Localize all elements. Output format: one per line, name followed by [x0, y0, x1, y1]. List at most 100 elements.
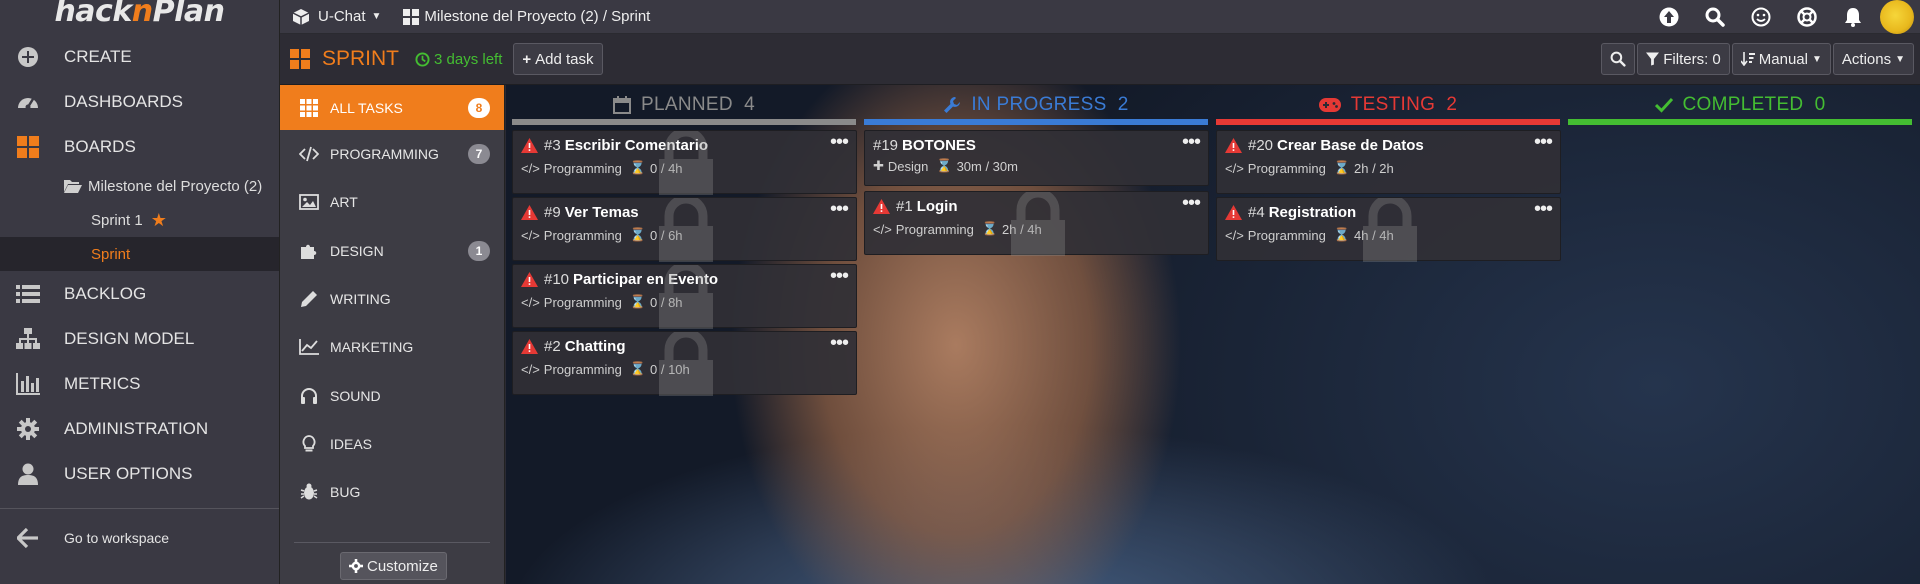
task-time: 0 / 10h [650, 361, 690, 377]
days-left-indicator: 3 days left [415, 51, 502, 68]
card-menu-icon[interactable]: ••• [830, 332, 849, 355]
task-time: 2h / 2h [1354, 160, 1394, 176]
add-task-button[interactable]: + Add task [513, 43, 603, 75]
bug-icon [298, 481, 320, 503]
task-card[interactable]: #4 Registration </> Programming ⌛ 4h / 4h ••… [1216, 197, 1561, 262]
card-menu-icon[interactable]: ••• [830, 198, 849, 221]
go-to-workspace-link[interactable]: Go to workspace [0, 515, 279, 560]
category-design-count: 1 [468, 240, 490, 261]
warning-icon [873, 199, 890, 214]
main-sidebar: hack n Plan CREATE DASHBOARDS BOARDS Miles… [0, 0, 280, 584]
task-card[interactable]: #10 Participar en Evento </> Programming ⌛ 0… [512, 264, 857, 329]
category-writing[interactable]: WRITING [280, 275, 504, 323]
column-planned-label: PLANNED [641, 94, 733, 115]
code-icon: </> [1225, 160, 1244, 176]
task-card[interactable]: #20 Crear Base de Datos </> Programming ⌛ 2h… [1216, 130, 1561, 194]
wrench-icon [944, 97, 961, 113]
task-card[interactable]: #9 Ver Temas </> Programming ⌛ 0 / 6h ••• [512, 197, 857, 262]
nav-milestone[interactable]: Milestone del Proyecto (2) [0, 169, 279, 203]
nav-design-model[interactable]: DESIGN MODEL [0, 316, 279, 361]
smile-icon[interactable] [1738, 0, 1784, 34]
code-icon [298, 143, 320, 165]
category-programming[interactable]: PROGRAMMING 7 [280, 130, 504, 178]
nav-milestone-label: Milestone del Proyecto (2) [88, 177, 263, 195]
task-category: Programming [895, 221, 974, 237]
actions-dropdown[interactable]: Actions ▼ [1832, 43, 1914, 75]
bell-icon[interactable] [1830, 0, 1876, 34]
category-sound[interactable]: SOUND [280, 371, 504, 419]
card-menu-icon[interactable]: ••• [1534, 131, 1553, 154]
board-search-button[interactable] [1601, 43, 1636, 75]
filters-label: Filters: 0 [1663, 50, 1721, 68]
task-time: 0 / 6h [650, 227, 683, 243]
nav-metrics[interactable]: METRICS [0, 361, 279, 406]
column-in-progress-count: 2 [1117, 94, 1129, 115]
sort-label: Manual [1758, 50, 1808, 68]
caret-down-icon: ▼ [1895, 53, 1905, 65]
lifebuoy-icon[interactable] [1784, 0, 1830, 34]
code-icon: </> [521, 361, 540, 377]
task-title: Ver Temas [564, 204, 639, 221]
card-menu-icon[interactable]: ••• [1182, 131, 1201, 154]
nav-design-model-label: DESIGN MODEL [64, 328, 195, 348]
sort-icon [1740, 52, 1755, 66]
upload-icon[interactable] [1646, 0, 1692, 34]
gamepad-icon [1318, 98, 1341, 112]
nav-backlog[interactable]: BACKLOG [0, 271, 279, 316]
category-all-tasks[interactable]: ALL TASKS 8 [280, 85, 504, 130]
nav-create[interactable]: CREATE [0, 34, 279, 79]
task-card[interactable]: #2 Chatting </> Programming ⌛ 0 / 10h ••• [512, 331, 857, 396]
customize-button[interactable]: Customize [340, 552, 447, 580]
nav-user-options[interactable]: USER OPTIONS [0, 451, 279, 496]
logo-text-2: n [131, 0, 153, 29]
nav-sprint-current[interactable]: Sprint [0, 237, 279, 271]
task-card[interactable]: #19 BOTONES ✚ Design ⌛ 30m / 30m ••• [864, 130, 1209, 186]
filter-icon [1646, 52, 1660, 66]
sort-dropdown[interactable]: Manual ▼ [1731, 43, 1831, 75]
card-menu-icon[interactable]: ••• [830, 131, 849, 154]
card-menu-icon[interactable]: ••• [1182, 192, 1201, 215]
check-icon [1654, 97, 1673, 113]
category-marketing[interactable]: MARKETING [280, 323, 504, 371]
warning-icon [521, 205, 538, 220]
category-art[interactable]: ART [280, 178, 504, 226]
star-icon[interactable]: ★ [151, 210, 167, 231]
card-menu-icon[interactable]: ••• [830, 265, 849, 288]
column-in-progress-bar [864, 119, 1208, 125]
category-divider [294, 542, 490, 543]
nav-sprint-1[interactable]: Sprint 1 ★ [0, 203, 279, 237]
nav-dashboards[interactable]: DASHBOARDS [0, 79, 279, 124]
nav-metrics-label: METRICS [64, 373, 141, 393]
category-bug[interactable]: BUG [280, 468, 504, 516]
code-icon: </> [521, 160, 540, 176]
nav-boards[interactable]: BOARDS [0, 124, 279, 169]
hourglass-icon: ⌛ [629, 160, 647, 175]
hacknplan-logo[interactable]: hack n Plan [0, 0, 279, 29]
category-bug-label: BUG [330, 484, 361, 501]
caret-down-icon: ▼ [371, 11, 382, 22]
breadcrumb[interactable]: Milestone del Proyecto (2) / Sprint [403, 8, 650, 25]
category-design[interactable]: DESIGN 1 [280, 227, 504, 275]
boards-icon [290, 49, 310, 69]
search-icon[interactable] [1692, 0, 1738, 34]
task-card[interactable]: #1 Login </> Programming ⌛ 2h / 4h ••• [864, 191, 1209, 256]
task-title: Escribir Comentario [564, 137, 709, 154]
project-selector[interactable]: U-Chat ▼ [280, 8, 381, 26]
filters-button[interactable]: Filters: 0 [1637, 43, 1730, 75]
hourglass-icon: ⌛ [936, 158, 953, 173]
category-panel: ALL TASKS 8 PROGRAMMING 7 ART DESIGN 1 W… [280, 85, 505, 584]
code-icon: </> [521, 227, 540, 243]
column-completed-label: COMPLETED [1682, 94, 1804, 115]
go-to-workspace-label: Go to workspace [64, 529, 170, 546]
task-title: Crear Base de Datos [1277, 137, 1424, 154]
dashboard-icon [14, 88, 42, 116]
card-menu-icon[interactable]: ••• [1534, 198, 1553, 221]
nav-administration[interactable]: ADMINISTRATION [0, 406, 279, 451]
logo-text-3: Plan [152, 0, 225, 29]
task-card[interactable]: #3 Escribir Comentario </> Programming ⌛ 0 /… [512, 130, 857, 195]
user-avatar[interactable] [1880, 0, 1914, 34]
column-testing-count: 2 [1446, 94, 1458, 115]
gear-icon [14, 415, 42, 443]
column-planned-count: 4 [744, 94, 755, 115]
category-ideas[interactable]: IDEAS [280, 420, 504, 468]
